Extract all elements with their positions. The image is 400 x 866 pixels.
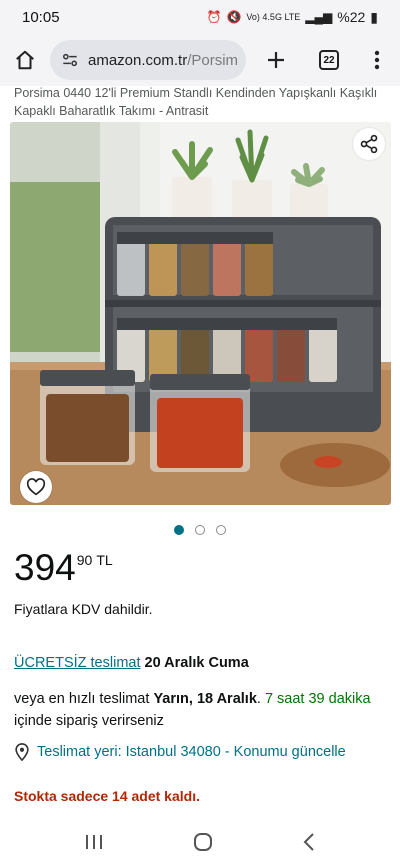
status-bar: 10:05 ⏰ 🔇 Vo) 4.5G LTE ▂▄▆ %22 ▮	[0, 0, 400, 34]
home-icon	[16, 50, 34, 70]
network-label: Vo) 4.5G LTE	[246, 12, 301, 22]
delivery-location-link[interactable]: Teslimat yeri: Istanbul 34080 - Konumu g…	[37, 744, 346, 760]
battery-icon: ▮	[370, 8, 378, 25]
mute-icon: 🔇	[226, 10, 242, 24]
stock-warning: Stokta sadece 14 adet kaldı.	[14, 788, 200, 804]
tab-count: 22	[319, 50, 339, 70]
address-bar[interactable]: amazon.com.tr/Porsim	[50, 40, 246, 80]
tab-switcher-button[interactable]: 22	[304, 34, 354, 86]
more-vert-icon	[374, 50, 380, 70]
url-host: amazon.com.tr	[88, 51, 188, 69]
battery-percent: %22	[337, 9, 366, 25]
status-time: 10:05	[22, 8, 60, 26]
recent-apps-icon[interactable]	[84, 833, 104, 851]
price: 394 90 TL	[14, 546, 113, 590]
share-button[interactable]	[353, 128, 385, 160]
share-icon	[360, 134, 378, 154]
site-settings-icon[interactable]	[60, 50, 80, 70]
free-delivery-link[interactable]: ÜCRETSİZ teslimat	[14, 655, 141, 671]
vat-note: Fiyatlara KDV dahildir.	[14, 601, 153, 617]
alarm-icon: ⏰	[206, 10, 222, 24]
price-fraction: 90	[76, 552, 93, 568]
image-carousel-dots	[0, 525, 400, 535]
product-image[interactable]	[10, 122, 391, 505]
free-delivery-date: 20 Aralık Cuma	[144, 655, 249, 671]
system-navigation-bar	[0, 818, 400, 866]
fast-delivery-prefix: veya en hızlı teslimat	[14, 691, 150, 707]
order-countdown: 7 saat 39 dakika	[264, 691, 371, 707]
fastest-delivery: veya en hızlı teslimat Yarın, 18 Aralık.…	[14, 691, 371, 729]
status-icons: ⏰ 🔇 Vo) 4.5G LTE ▂▄▆ %22 ▮	[207, 9, 378, 26]
wishlist-button[interactable]	[20, 471, 52, 503]
price-currency: TL	[96, 552, 113, 568]
plus-icon	[268, 52, 284, 68]
delivery-location[interactable]: Teslimat yeri: Istanbul 34080 - Konumu g…	[14, 743, 346, 761]
free-delivery: ÜCRETSİZ teslimat 20 Aralık Cuma	[14, 655, 249, 671]
price-whole: 394	[14, 547, 76, 588]
heart-icon	[26, 478, 46, 496]
carousel-dot[interactable]	[174, 525, 184, 535]
location-pin-icon	[15, 743, 29, 761]
new-tab-button[interactable]	[248, 34, 304, 86]
url-path: /Porsim	[187, 51, 239, 69]
product-title[interactable]: Porsima 0440 12'li Premium Standlı Kendi…	[14, 84, 386, 120]
spice-rack-photo	[10, 122, 391, 505]
carousel-dot[interactable]	[195, 525, 205, 535]
url-text[interactable]: amazon.com.tr/Porsim	[88, 52, 238, 69]
fast-delivery-suffix: içinde sipariş verirseniz	[14, 713, 164, 729]
browser-toolbar: amazon.com.tr/Porsim 22	[0, 34, 400, 86]
home-button[interactable]	[0, 34, 50, 86]
carousel-dot[interactable]	[216, 525, 226, 535]
signal-icon: ▂▄▆	[305, 10, 333, 24]
back-icon[interactable]	[302, 832, 316, 852]
fast-delivery-date: Yarın, 18 Aralık	[153, 691, 257, 707]
browser-menu-button[interactable]	[354, 34, 400, 86]
home-nav-icon[interactable]	[193, 832, 213, 852]
